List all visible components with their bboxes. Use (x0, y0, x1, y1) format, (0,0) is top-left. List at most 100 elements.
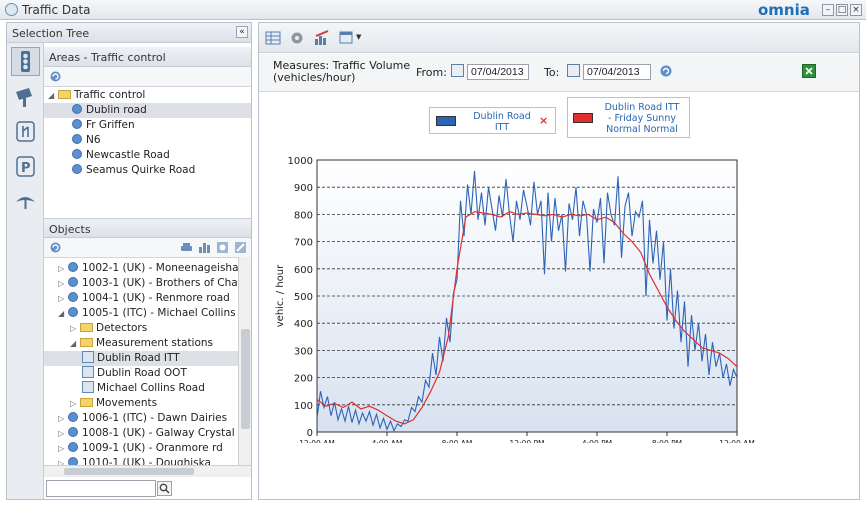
object-label: Dublin Road OOT (97, 367, 187, 379)
expand-arrow-icon[interactable]: ▷ (58, 261, 68, 276)
controller-icon (68, 457, 78, 465)
settings-icon[interactable] (289, 30, 305, 46)
refresh-icon[interactable] (49, 70, 62, 83)
folder-item[interactable]: ◢ Measurement stations (44, 336, 238, 351)
main-toolbar: ▼ (259, 23, 859, 53)
folder-item[interactable]: ▷ Detectors (44, 321, 238, 336)
station-item[interactable]: Dublin Road OOT (44, 366, 238, 381)
objects-search-input[interactable] (46, 480, 156, 497)
legend-series-1[interactable]: Dublin Road ITT × (429, 107, 556, 134)
tree-node-traffic-control[interactable]: ◢ Traffic control (48, 88, 145, 103)
controller-icon (68, 292, 78, 302)
legend-series-2[interactable]: Dublin Road ITT - Friday Sunny Normal No… (567, 97, 690, 138)
station-filter-icon[interactable] (216, 241, 229, 254)
expand-arrow-icon[interactable]: ▷ (58, 441, 68, 456)
object-label: 1008-1 (UK) - Galway Crystal (82, 427, 235, 439)
y-tick-label: 1000 (288, 156, 313, 167)
camera-icon[interactable] (11, 82, 40, 111)
object-label: Dublin Road ITT (97, 352, 180, 364)
expand-arrow-icon[interactable]: ▷ (70, 321, 80, 336)
expanded-arrow-icon[interactable]: ◢ (70, 336, 80, 351)
object-item[interactable]: ▷ 1003-1 (UK) - Brothers of Charit (44, 276, 238, 291)
object-item[interactable]: ▷ 1004-1 (UK) - Renmore road (44, 291, 238, 306)
expand-arrow-icon[interactable]: ▷ (58, 426, 68, 441)
to-date-input[interactable] (583, 64, 651, 80)
x-tick-label: 12:00 PM (510, 439, 545, 443)
from-label: From: (416, 66, 447, 79)
area-dot-icon (72, 104, 82, 114)
selection-tree-header: Selection Tree « (7, 23, 251, 43)
bar-filter-icon[interactable] (198, 241, 211, 254)
category-icon-strip: P (7, 43, 44, 499)
y-axis-label: vehic. / hour (275, 264, 286, 327)
object-label: 1004-1 (UK) - Renmore road (82, 292, 230, 304)
objects-vertical-scrollbar[interactable] (238, 257, 251, 465)
close-button[interactable]: × (850, 4, 862, 16)
objects-tree: ▷ 1002-1 (UK) - Moneenageisha ▷ 1003-1 (UK)… (44, 257, 238, 465)
link-filter-icon[interactable] (234, 241, 247, 254)
object-item[interactable]: ◢ 1005-1 (ITC) - Michael Collins R (44, 306, 238, 321)
selection-tree-panel: Selection Tree « P Areas - Traffic contr… (6, 22, 252, 500)
area-item[interactable]: Fr Griffen (44, 118, 135, 133)
expand-arrow-icon[interactable]: ▷ (58, 456, 68, 465)
scrollbar-thumb[interactable] (241, 329, 250, 429)
parking-icon[interactable]: P (11, 152, 40, 181)
expand-arrow-icon[interactable]: ▷ (70, 396, 80, 411)
scrollbar-thumb[interactable] (64, 468, 194, 475)
y-tick-label: 300 (294, 346, 313, 357)
from-date-input[interactable] (467, 64, 529, 80)
area-item[interactable]: Dublin road (44, 103, 251, 118)
remove-series-icon[interactable]: × (539, 115, 548, 126)
weather-icon[interactable] (11, 187, 40, 216)
area-item[interactable]: Newcastle Road (44, 148, 170, 163)
area-dot-icon (72, 134, 82, 144)
chart-edit-icon[interactable] (314, 30, 330, 46)
object-label: 1006-1 (ITC) - Dawn Dairies (82, 412, 228, 424)
object-label: 1009-1 (UK) - Oranmore rd (82, 442, 223, 454)
refresh-icon[interactable] (659, 64, 673, 78)
chevron-down-icon[interactable]: ▼ (356, 33, 361, 41)
area-item[interactable]: Seamus Quirke Road (44, 163, 195, 178)
car-filter-icon[interactable] (180, 241, 193, 254)
to-calendar-icon[interactable] (567, 64, 580, 77)
expand-arrow-icon[interactable]: ▷ (58, 276, 68, 291)
maximize-button[interactable]: □ (836, 4, 848, 16)
object-item[interactable]: ▷ 1008-1 (UK) - Galway Crystal (44, 426, 238, 441)
controller-icon (68, 307, 78, 317)
object-item[interactable]: ▷ 1006-1 (ITC) - Dawn Dairies (44, 411, 238, 426)
export-excel-icon[interactable] (802, 64, 816, 78)
object-item[interactable]: ▷ 1010-1 (UK) - Doughiska (44, 456, 238, 465)
app-icon (5, 3, 18, 16)
traffic-light-icon[interactable] (11, 47, 40, 76)
objects-horizontal-scrollbar[interactable] (44, 465, 251, 477)
brand-logo: omnia (758, 1, 810, 19)
object-item[interactable]: ▷ 1009-1 (UK) - Oranmore rd (44, 441, 238, 456)
object-label: Michael Collins Road (97, 382, 205, 394)
window-menu-icon[interactable] (339, 30, 355, 46)
expand-arrow-icon[interactable]: ▷ (58, 411, 68, 426)
object-label: Movements (96, 397, 158, 409)
object-item[interactable]: ▷ 1002-1 (UK) - Moneenageisha (44, 261, 238, 276)
folder-item[interactable]: ▷ Movements (44, 396, 238, 411)
area-dot-icon (72, 119, 82, 129)
junction-icon[interactable] (11, 117, 40, 146)
station-item[interactable]: Dublin Road ITT (44, 351, 238, 366)
expanded-arrow-icon[interactable]: ◢ (58, 306, 68, 321)
object-label: 1003-1 (UK) - Brothers of Charit (82, 277, 238, 289)
traffic-volume-chart: 0 100 200 300 400 500 600 700 800 900 1000 12:00 AM… (275, 156, 755, 443)
station-item[interactable]: Michael Collins Road (44, 381, 238, 396)
table-view-icon[interactable] (265, 30, 281, 46)
collapse-panel-button[interactable]: « (236, 26, 248, 38)
refresh-icon[interactable] (49, 241, 62, 254)
station-icon (82, 351, 94, 363)
x-tick-label: 8:00 PM (652, 439, 682, 443)
from-calendar-icon[interactable] (451, 64, 464, 77)
areas-header: Areas - Traffic control (44, 47, 251, 67)
search-icon[interactable] (157, 481, 172, 496)
area-item[interactable]: N6 (44, 133, 101, 148)
svg-text:P: P (21, 161, 31, 176)
object-label: 1002-1 (UK) - Moneenageisha (82, 262, 238, 274)
minimize-button[interactable]: – (822, 4, 834, 16)
expand-arrow-icon[interactable]: ▷ (58, 291, 68, 306)
objects-toolbar (44, 238, 251, 258)
